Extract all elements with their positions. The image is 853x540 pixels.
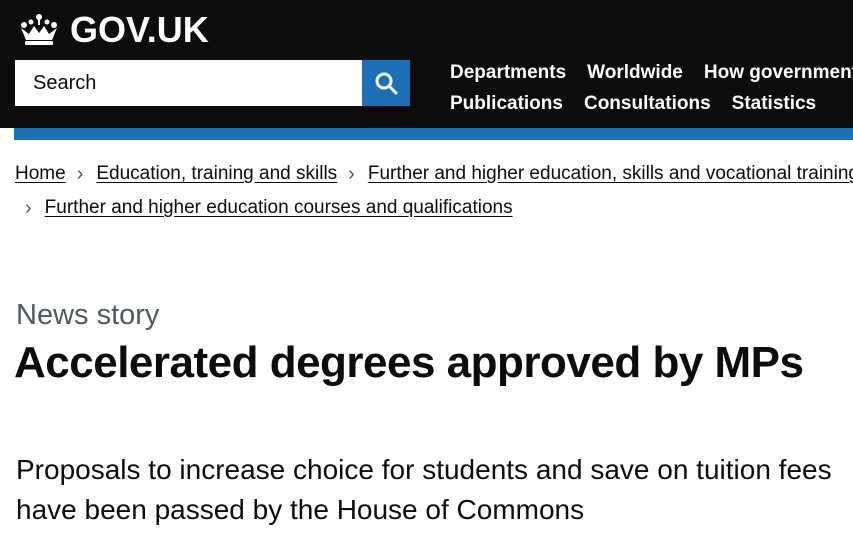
logo-text: GOV.UK — [70, 9, 209, 50]
nav-link-consultations[interactable]: Consultations — [584, 93, 711, 115]
nav-link-worldwide[interactable]: Worldwide — [587, 62, 683, 84]
breadcrumb-row: › Further and higher education courses a… — [15, 194, 853, 222]
breadcrumb-row: Home › Education, training and skills › … — [15, 160, 853, 188]
breadcrumb-courses-qualifications[interactable]: Further and higher education courses and… — [45, 197, 513, 219]
search-icon — [375, 72, 398, 95]
content-type-caption: News story — [16, 299, 160, 331]
breadcrumb-home[interactable]: Home — [15, 163, 66, 185]
govuk-logo-link[interactable]: GOV.UK — [16, 10, 209, 50]
nav-row: Publications Consultations Statistics — [450, 88, 853, 119]
header-accent-bar — [14, 128, 853, 140]
chevron-right-icon: › — [76, 163, 84, 185]
site-header: GOV.UK Departments Worldwide How governm… — [0, 0, 853, 128]
lead-paragraph: Proposals to increase choice for student… — [16, 454, 832, 525]
crown-icon — [21, 14, 57, 45]
breadcrumb-further-higher-education[interactable]: Further and higher education, skills and… — [368, 163, 853, 185]
search-input[interactable] — [15, 60, 362, 106]
page-title: Accelerated degrees approved by MPs — [14, 338, 804, 387]
header-navigation: Departments Worldwide How government wor… — [450, 57, 853, 119]
nav-link-publications[interactable]: Publications — [450, 93, 563, 115]
nav-link-statistics[interactable]: Statistics — [732, 93, 816, 115]
search-button[interactable] — [362, 60, 410, 106]
chevron-right-icon: › — [348, 163, 355, 185]
nav-row: Departments Worldwide How government wor… — [450, 57, 853, 88]
nav-link-how-government-works[interactable]: How government works — [704, 62, 853, 84]
page: GOV.UK Departments Worldwide How governm… — [0, 0, 853, 540]
search-form — [15, 60, 410, 106]
chevron-right-icon: › — [25, 197, 32, 219]
nav-link-departments[interactable]: Departments — [450, 62, 566, 84]
breadcrumb: Home › Education, training and skills › … — [15, 160, 853, 222]
breadcrumb-education-training-skills[interactable]: Education, training and skills — [96, 163, 337, 185]
